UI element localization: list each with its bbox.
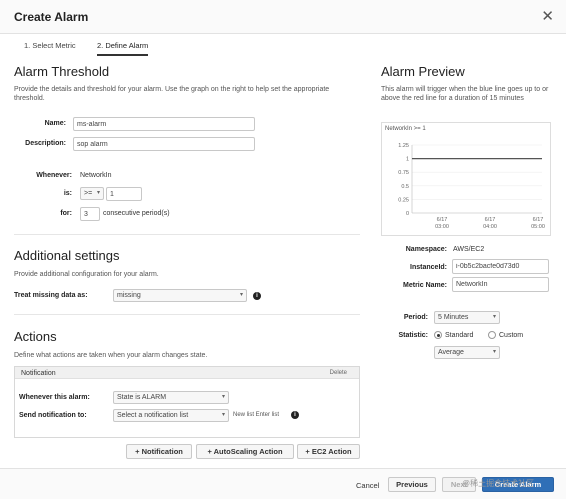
alarm-threshold-heading: Alarm Threshold [14, 64, 110, 79]
description-label: Description: [25, 140, 66, 147]
notification-list-value: Select a notification list [117, 412, 189, 419]
cancel-link[interactable]: Cancel [356, 481, 379, 490]
step-define-alarm[interactable]: 2. Define Alarm [97, 41, 149, 56]
chart-y-tick-label: 0.75 [398, 170, 409, 176]
is-label: is: [63, 190, 72, 197]
notification-panel-header: Notification Delete [15, 367, 359, 379]
chart-y-tick-label: 1.25 [398, 143, 409, 149]
standard-radio[interactable] [434, 331, 442, 339]
delete-link[interactable]: Delete [330, 370, 347, 376]
chart-y-tick-label: 0.25 [398, 197, 409, 203]
whenever-alarm-label: Whenever this alarm: [19, 394, 90, 401]
chevron-down-icon: ▾ [221, 412, 225, 418]
add-autoscaling-action-button[interactable]: + AutoScaling Action [196, 444, 294, 459]
chart-y-tick-label: 1 [406, 157, 409, 163]
missing-data-value: missing [117, 292, 141, 299]
period-label: Period: [403, 314, 428, 321]
chevron-down-icon: ▾ [221, 394, 225, 400]
operator-value: >= [84, 190, 93, 197]
divider [14, 234, 360, 235]
notification-panel-title: Notification [21, 370, 56, 377]
info-icon[interactable]: i [291, 411, 299, 419]
namespace-label: Namespace: [405, 246, 447, 253]
missing-data-label: Treat missing data as: [14, 292, 88, 299]
dialog-title: Create Alarm [14, 10, 89, 24]
instance-id-input[interactable] [452, 259, 549, 274]
chart-x-tick-time: 03:00 [435, 224, 449, 230]
missing-data-select[interactable]: missing ▾ [113, 289, 247, 302]
name-input[interactable] [73, 117, 255, 131]
chart-x-tick-time: 05:00 [531, 224, 545, 230]
periods-text: consecutive period(s) [103, 210, 170, 217]
statistic-select[interactable]: Average ▾ [434, 346, 500, 359]
custom-radio[interactable] [488, 331, 496, 339]
statistic-label: Statistic: [398, 332, 428, 339]
add-ec2-action-button[interactable]: + EC2 Action [297, 444, 360, 459]
chevron-down-icon: ▾ [96, 190, 100, 196]
close-icon[interactable]: ✕ [541, 7, 554, 25]
for-label: for: [60, 210, 72, 217]
new-list-link[interactable]: New list Enter list [233, 412, 279, 418]
alarm-preview-help: This alarm will trigger when the blue li… [381, 86, 549, 102]
divider [14, 314, 360, 315]
info-icon[interactable]: i [253, 292, 261, 300]
statistic-value: Average [438, 349, 464, 356]
step-select-metric[interactable]: 1. Select Metric [24, 41, 76, 50]
previous-button[interactable]: Previous [388, 477, 436, 492]
send-notification-label: Send notification to: [19, 412, 87, 419]
alarm-preview-heading: Alarm Preview [381, 64, 465, 79]
threshold-input[interactable] [106, 187, 142, 201]
metric-name-input[interactable] [452, 277, 549, 292]
periods-input[interactable] [80, 207, 100, 221]
whenever-metric: NetworkIn [80, 172, 112, 179]
name-label: Name: [44, 120, 66, 127]
period-value: 5 Minutes [438, 314, 469, 321]
alarm-state-select[interactable]: State is ALARM ▾ [113, 391, 229, 404]
additional-settings-help: Provide additional configuration for you… [14, 271, 159, 278]
alarm-state-value: State is ALARM [117, 394, 167, 401]
chart-y-tick-label: 0.5 [401, 184, 409, 190]
chevron-down-icon: ▾ [239, 292, 243, 298]
alarm-threshold-help: Provide the details and threshold for yo… [14, 86, 330, 102]
operator-select[interactable]: >= ▾ [80, 187, 104, 200]
create-alarm-dialog: Create Alarm ✕ 1. Select Metric 2. Defin… [0, 0, 566, 499]
alarm-preview-chart: NetworkIn >= 1 1.25 1 0.75 0.5 0.25 0 6/17 03:0… [381, 122, 551, 236]
period-select[interactable]: 5 Minutes ▾ [434, 311, 500, 324]
chart-x-tick-date: 6/17 [533, 217, 544, 223]
namespace-value: AWS/EC2 [453, 246, 485, 253]
dialog-header: Create Alarm ✕ [0, 0, 566, 34]
additional-settings-heading: Additional settings [14, 248, 120, 263]
watermark: @稀土掘金技术社区 [462, 479, 535, 488]
custom-label: Custom [499, 332, 524, 339]
chart-plot: 1.2510.750.50.2506/1703:006/1704:006/170… [398, 143, 545, 230]
chart-x-tick-date: 6/17 [485, 217, 496, 223]
add-notification-button[interactable]: + Notification [126, 444, 192, 459]
standard-label: Standard [445, 332, 474, 339]
wizard-steps: 1. Select Metric 2. Define Alarm [0, 34, 566, 56]
chevron-down-icon: ▾ [492, 349, 496, 355]
instance-id-label: InstanceId: [410, 264, 447, 271]
description-input[interactable] [73, 137, 255, 151]
chart-x-tick-date: 6/17 [437, 217, 448, 223]
chart-y-tick-label: 0 [406, 211, 409, 217]
metric-name-label: Metric Name: [403, 282, 447, 289]
notification-list-select[interactable]: Select a notification list ▾ [113, 409, 229, 422]
chevron-down-icon: ▾ [492, 314, 496, 320]
notification-panel: Notification Delete Whenever this alarm:… [14, 366, 360, 438]
actions-heading: Actions [14, 329, 57, 344]
actions-help: Define what actions are taken when your … [14, 352, 208, 359]
whenever-label: Whenever: [36, 172, 72, 179]
chart-x-tick-time: 04:00 [483, 224, 497, 230]
